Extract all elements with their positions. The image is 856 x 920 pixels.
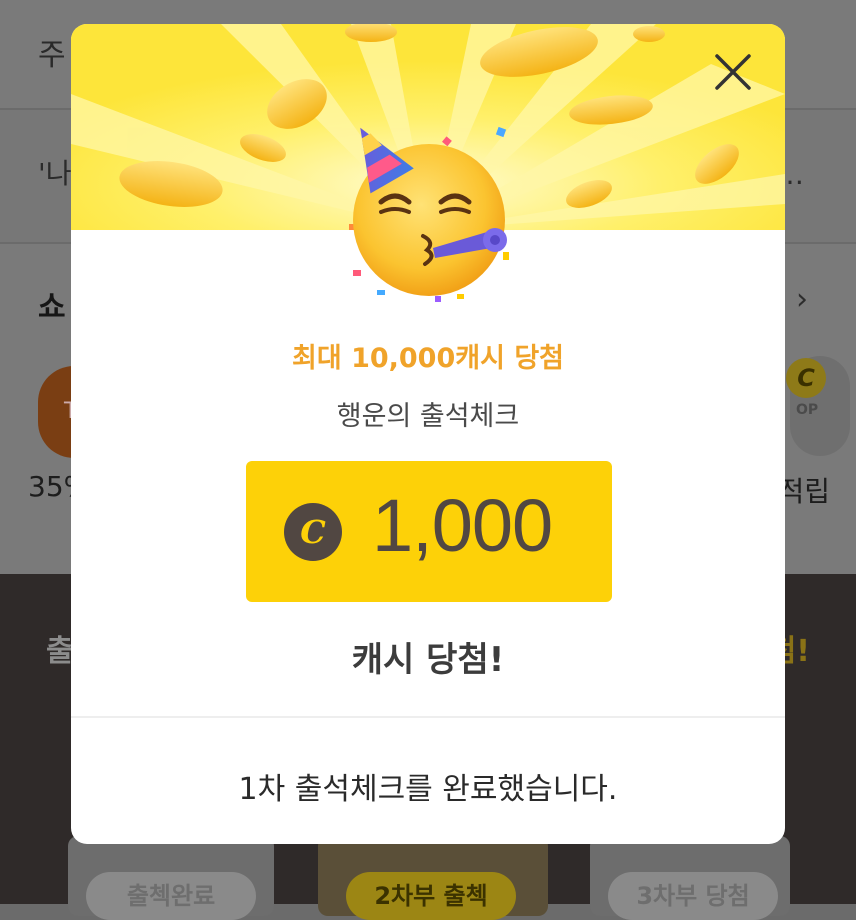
bg-card-pill: 3차부 당첨 <box>608 872 778 920</box>
party-face-emoji <box>337 120 523 310</box>
bg-top-text: 주 <box>38 38 66 73</box>
won-text: 캐시 당첨! <box>351 640 505 680</box>
bg-card-pill: 출첵완료 <box>86 872 256 920</box>
bg-notice-text: '나 <box>38 157 72 190</box>
reward-amount: 1,000 <box>372 484 553 567</box>
close-button[interactable] <box>707 46 759 98</box>
bg-coin-icon: C <box>786 358 826 398</box>
chevron-right-icon: › <box>796 282 808 317</box>
coin-icon: C <box>284 503 342 561</box>
bg-shop-title: 쇼 <box>38 290 66 325</box>
coin-symbol: C <box>300 513 326 551</box>
reward-amount-box: C 1,000 <box>246 461 612 602</box>
prize-subtitle: 최대 10,000캐시 당첨 <box>291 343 565 374</box>
bg-event-title-left: 출 <box>46 634 74 669</box>
completion-message: 1차 출석체크를 완료했습니다. <box>238 772 618 807</box>
close-icon <box>715 54 751 90</box>
event-title: 행운의 출석체크 <box>336 401 520 432</box>
divider <box>71 716 785 718</box>
bg-card-pill: 2차부 출첵 <box>346 872 516 920</box>
bg-earn-text: 적립 <box>778 475 830 508</box>
attendance-reward-modal: 최대 10,000캐시 당첨 행운의 출석체크 C 1,000 캐시 당첨! 1… <box>71 24 785 844</box>
bg-thumb-label: OP <box>796 402 819 418</box>
